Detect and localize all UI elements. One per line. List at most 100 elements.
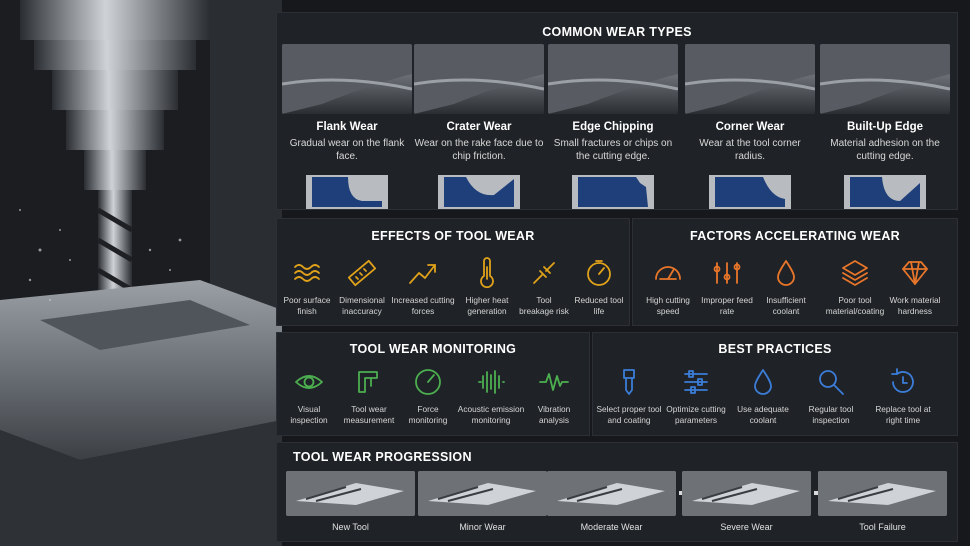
wear-type-photo	[820, 44, 950, 114]
timer-icon	[573, 257, 625, 289]
factors-title: FACTORS ACCELERATING WEAR	[689, 229, 901, 243]
monitoring-label: Force monitoring	[408, 404, 448, 425]
factors-item: Improper feed rate	[699, 257, 755, 317]
coolant-drop-icon	[737, 366, 789, 398]
factors-label: Poor tool material/coating	[825, 295, 885, 316]
monitoring-title: TOOL WEAR MONITORING	[349, 342, 517, 356]
wear-type-card: Crater Wear Wear on the rake face due to …	[414, 44, 544, 211]
progression-stage-label: Tool Failure	[859, 522, 906, 532]
practices-item: Optimize cutting parameters	[664, 366, 728, 426]
progression-stage-label: Minor Wear	[459, 522, 506, 532]
wear-type-description: Small fractures or chips on the cutting …	[553, 138, 673, 162]
factors-label: Insufficient coolant	[766, 295, 806, 316]
practices-label: Replace tool at right time	[875, 404, 931, 425]
practices-item: Use adequate coolant	[737, 366, 789, 426]
practices-title: BEST PRACTICES	[718, 342, 832, 356]
wear-type-description: Wear on the rake face due to chip fricti…	[414, 138, 544, 162]
tool-holder-icon	[594, 366, 664, 398]
monitoring-item: Vibration analysis	[531, 366, 577, 426]
wear-profile-diagram	[572, 175, 654, 209]
eye-icon	[286, 366, 332, 398]
wear-type-photo	[414, 44, 544, 114]
effects-label: Increased cutting forces	[391, 295, 455, 316]
tool-stage-photo	[418, 471, 547, 516]
factors-item: Poor tool material/coating	[822, 257, 888, 317]
monitoring-item: Tool wear measurement	[342, 366, 396, 426]
practices-item: Replace tool at right time	[872, 366, 934, 426]
wear-type-photo	[548, 44, 678, 114]
wear-type-description: Material adhesion on the cutting edge.	[830, 138, 940, 162]
progression-stage-label: New Tool	[332, 522, 369, 532]
practices-label: Select proper tool and coating	[596, 404, 662, 425]
factors-item: Insufficient coolant	[761, 257, 811, 317]
sound-wave-icon	[454, 366, 528, 398]
effects-item: Dimensional inaccuracy	[337, 257, 387, 317]
wear-types-title: COMMON WEAR TYPES	[542, 25, 692, 39]
progression-stage-label: Severe Wear	[720, 522, 773, 532]
refresh-timer-icon	[872, 366, 934, 398]
monitoring-item: Acoustic emission monitoring	[454, 366, 528, 426]
wear-type-description: Wear at the tool corner radius.	[699, 138, 801, 162]
tool-stage-photo	[547, 471, 676, 516]
progression-title: TOOL WEAR PROGRESSION	[293, 450, 472, 464]
monitoring-item: Force monitoring	[403, 366, 453, 426]
trend-up-arrow-icon	[390, 257, 456, 289]
effects-item: Increased cutting forces	[390, 257, 456, 317]
practices-item: Select proper tool and coating	[594, 366, 664, 426]
monitoring-label: Tool wear measurement	[343, 404, 395, 425]
effects-item: Tool breakage risk	[518, 257, 570, 317]
effects-label: Higher heat generation	[465, 295, 509, 316]
wear-type-card: Corner Wear Wear at the tool corner radiu…	[685, 44, 815, 211]
practices-label: Optimize cutting parameters	[666, 404, 726, 425]
practices-label: Use adequate coolant	[737, 404, 789, 425]
wear-type-name: Flank Wear	[316, 121, 378, 133]
wear-profile-diagram	[306, 175, 388, 209]
tool-stage-photo	[682, 471, 811, 516]
progression-stage: New Tool	[286, 471, 415, 532]
wear-type-card: Edge Chipping Small fractures or chips on…	[548, 44, 678, 211]
tool-stage-photo	[818, 471, 947, 516]
effects-label: Tool breakage risk	[519, 295, 569, 316]
speedometer-icon	[642, 257, 694, 289]
droplet-icon	[761, 257, 811, 289]
factors-label: Improper feed rate	[701, 295, 753, 316]
effects-item: Higher heat generation	[462, 257, 512, 317]
layers-icon	[822, 257, 888, 289]
progression-stage: Severe Wear	[682, 471, 811, 532]
tool-stage-photo	[286, 471, 415, 516]
diamond-icon	[885, 257, 945, 289]
wear-type-description: Gradual wear on the flank face.	[289, 138, 405, 162]
wave-lines-icon	[282, 257, 332, 289]
effects-label: Reduced tool life	[574, 295, 624, 316]
effects-item: Poor surface finish	[282, 257, 332, 317]
wear-type-name: Built-Up Edge	[846, 121, 924, 133]
wear-type-photo	[685, 44, 815, 114]
practices-label: Regular tool inspection	[808, 404, 854, 425]
factors-label: High cutting speed	[646, 295, 690, 316]
monitoring-label: Visual inspection	[290, 404, 328, 425]
caliper-icon	[342, 366, 396, 398]
factors-item: Work material hardness	[885, 257, 945, 317]
gauge-icon	[403, 366, 453, 398]
broken-tool-icon	[518, 257, 570, 289]
wear-type-name: Corner Wear	[715, 121, 785, 133]
wear-profile-diagram	[844, 175, 926, 209]
wear-type-card: Built-Up Edge Material adhesion on the cu…	[820, 44, 950, 211]
wear-profile-diagram	[709, 175, 791, 209]
wear-profile-diagram	[438, 175, 520, 209]
progression-stage-label: Moderate Wear	[580, 522, 643, 532]
effects-item: Reduced tool life	[573, 257, 625, 317]
wear-type-name: Edge Chipping	[572, 121, 654, 133]
factors-item: High cutting speed	[642, 257, 694, 317]
effects-label: Dimensional inaccuracy	[339, 295, 385, 316]
effects-title: EFFECTS OF TOOL WEAR	[371, 229, 535, 243]
progression-stage: Tool Failure	[818, 471, 947, 532]
wear-type-name: Crater Wear	[446, 121, 512, 133]
machining-photo	[0, 0, 282, 546]
progression-stage: Moderate Wear	[547, 471, 676, 532]
progression-stage: Minor Wear	[418, 471, 547, 532]
adjust-sliders-icon	[664, 366, 728, 398]
vibration-icon	[531, 366, 577, 398]
effects-label: Poor surface finish	[283, 295, 331, 316]
factors-label: Work material hardness	[889, 295, 941, 316]
